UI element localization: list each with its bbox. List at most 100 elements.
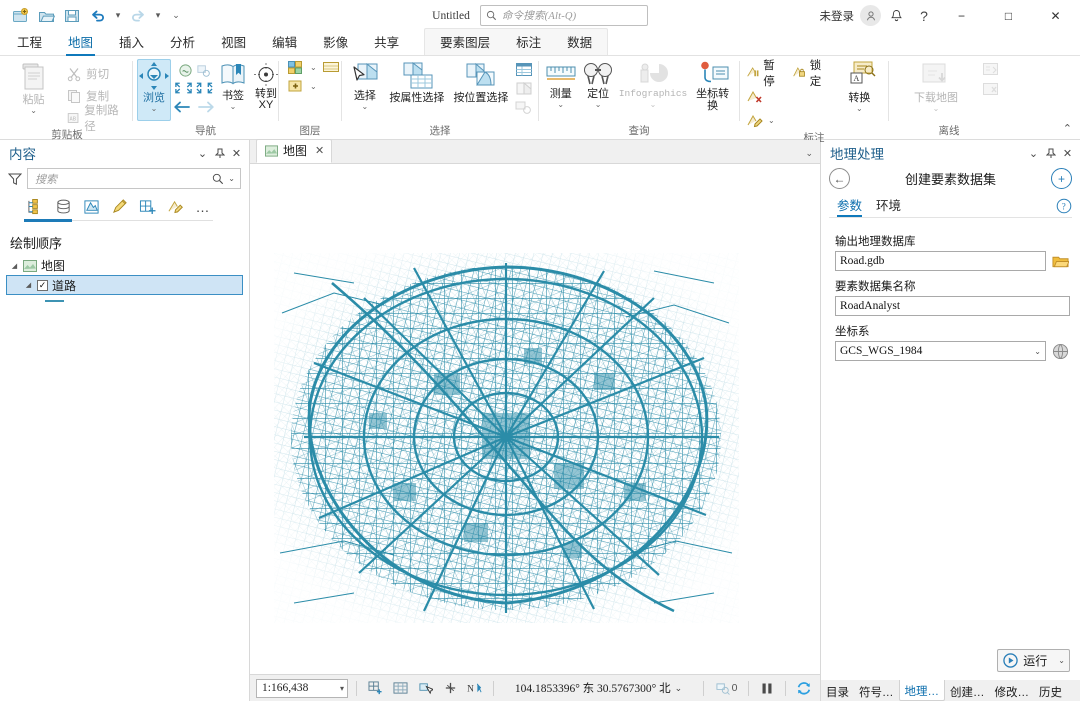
select-by-location-button[interactable]: 按位置选择 xyxy=(450,59,512,104)
ribbon-tab-feature-layer[interactable]: 要素图层 xyxy=(427,29,503,55)
convert-labels-button[interactable]: A 转换 ⌄ xyxy=(835,59,884,113)
attribute-table-icon[interactable] xyxy=(514,61,534,78)
clear-selection-icon[interactable] xyxy=(514,80,534,97)
tree-item-roads[interactable]: ◢ ✓ 道路 xyxy=(6,275,243,295)
undo-icon[interactable] xyxy=(86,5,110,27)
full-extent-icon[interactable] xyxy=(178,63,193,78)
measure-dropdown-icon[interactable]: ⌄ xyxy=(557,101,564,109)
map-canvas[interactable] xyxy=(250,164,820,674)
save-project-icon[interactable] xyxy=(60,5,84,27)
select-icon[interactable] xyxy=(415,678,435,698)
basemap-icon[interactable] xyxy=(322,59,340,75)
collapse-ribbon-button[interactable]: ⌃ xyxy=(1063,122,1080,139)
contents-search-input[interactable]: 搜索 ⌄ xyxy=(27,168,241,189)
ribbon-tab-imagery[interactable]: 影像 xyxy=(310,29,361,55)
zoom-to-selection-icon[interactable] xyxy=(514,99,534,116)
add-to-favorites-button[interactable]: + xyxy=(1051,168,1072,189)
search-icon[interactable] xyxy=(212,173,224,185)
folder-icon[interactable] xyxy=(1051,252,1070,271)
map-view-tab[interactable]: 地图 ✕ xyxy=(256,139,333,163)
selection-count-icon[interactable]: 0 xyxy=(712,678,740,698)
search-options-dropdown-icon[interactable]: ⌄ xyxy=(226,174,237,183)
previous-extent-icon[interactable] xyxy=(173,100,191,114)
dock-tab-create-features[interactable]: 创建… xyxy=(945,680,990,701)
cut-button[interactable]: 剪切 xyxy=(63,63,128,84)
list-by-editing-icon[interactable] xyxy=(108,196,130,218)
map-tabs-collapse-icon[interactable]: ⌄ xyxy=(805,148,813,159)
pin-icon[interactable] xyxy=(211,144,228,162)
run-dropdown-icon[interactable]: ⌄ xyxy=(1058,656,1065,665)
sign-in-status[interactable]: 未登录 xyxy=(820,8,855,24)
tab-parameters[interactable]: 参数 xyxy=(837,195,863,217)
feature-dataset-name-input[interactable]: RoadAnalyst xyxy=(835,296,1070,316)
back-button[interactable]: ← xyxy=(829,168,850,189)
paste-button[interactable]: 粘贴 ⌄ xyxy=(10,59,57,115)
select-button[interactable]: 选择 ⌄ xyxy=(346,59,384,111)
ribbon-tab-insert[interactable]: 插入 xyxy=(106,29,157,55)
close-icon[interactable]: ✕ xyxy=(228,144,245,162)
add-data-icon[interactable] xyxy=(287,59,305,75)
zoom-out-fixed-icon[interactable] xyxy=(195,80,214,96)
select-dropdown-icon[interactable]: ⌄ xyxy=(362,103,369,111)
locate-button[interactable]: 定位 ⌄ xyxy=(580,59,615,109)
bookmarks-dropdown-icon[interactable]: ⌄ xyxy=(230,103,237,111)
run-button[interactable]: 运行 ⌄ xyxy=(997,649,1070,672)
infographics-button[interactable]: Infographics ⌄ xyxy=(618,59,688,109)
redo-dropdown-icon[interactable]: ▾ xyxy=(152,5,164,27)
add-data-icon[interactable] xyxy=(365,678,385,698)
dock-tab-history[interactable]: 历史 xyxy=(1034,680,1067,701)
add-graphics-layer-icon[interactable] xyxy=(287,78,305,94)
ribbon-tab-project[interactable]: 工程 xyxy=(4,29,55,55)
list-by-data-source-icon[interactable] xyxy=(52,196,74,218)
more-options-icon[interactable]: … xyxy=(192,196,214,218)
customize-qat-icon[interactable]: ⌄ xyxy=(166,5,186,27)
explore-button[interactable]: 浏览 ⌄ xyxy=(137,59,171,121)
dock-tab-geoprocessing[interactable]: 地理… xyxy=(898,680,945,701)
expand-twisty-icon[interactable]: ◢ xyxy=(24,281,33,290)
redo-icon[interactable] xyxy=(126,5,150,27)
ribbon-tab-data[interactable]: 数据 xyxy=(554,29,605,55)
bell-icon[interactable] xyxy=(883,4,909,28)
avatar[interactable] xyxy=(860,5,881,26)
maximize-button[interactable]: □ xyxy=(986,0,1031,31)
basemap-icon[interactable] xyxy=(390,678,410,698)
paste-dropdown-icon[interactable]: ⌄ xyxy=(30,107,37,115)
bookmarks-button[interactable]: 书签 ⌄ xyxy=(217,59,249,111)
copy-path-button[interactable]: AB 复制路径 xyxy=(63,105,128,133)
chevron-down-icon[interactable]: ⌄ xyxy=(1034,347,1041,356)
globe-icon[interactable] xyxy=(1051,342,1070,361)
explore-dropdown-icon[interactable]: ⌄ xyxy=(151,105,158,113)
clear-selection-icon[interactable] xyxy=(440,678,460,698)
command-search-input[interactable]: 命令搜索(Alt-Q) xyxy=(479,5,648,26)
ribbon-tab-edit[interactable]: 编辑 xyxy=(259,29,310,55)
sync-map-icon[interactable] xyxy=(981,61,1001,78)
list-by-snapping-icon[interactable] xyxy=(136,196,158,218)
pause-labeling-button[interactable]: 暂停 xyxy=(744,60,784,88)
remove-offline-map-icon[interactable] xyxy=(981,81,1001,98)
close-button[interactable]: ✕ xyxy=(1033,0,1078,31)
chevron-down-icon[interactable]: ⌄ xyxy=(194,144,211,162)
north-icon[interactable]: N xyxy=(465,678,485,698)
download-map-button[interactable]: 下载地图 ⌄ xyxy=(893,59,979,113)
undo-dropdown-icon[interactable]: ▾ xyxy=(112,5,124,27)
ribbon-tab-share[interactable]: 共享 xyxy=(361,29,412,55)
help-icon[interactable]: ? xyxy=(1056,198,1072,214)
coordinate-units-dropdown-icon[interactable]: ⌄ xyxy=(675,683,683,694)
infographics-dropdown-icon[interactable]: ⌄ xyxy=(650,101,657,109)
ribbon-tab-labeling[interactable]: 标注 xyxy=(503,29,554,55)
go-to-xy-button[interactable]: 转到 XY xyxy=(251,59,281,111)
zoom-in-fixed-icon[interactable] xyxy=(174,80,193,96)
add-data-dropdown-icon[interactable]: ⌄ xyxy=(310,63,317,72)
refresh-icon[interactable] xyxy=(794,678,814,698)
coordinate-system-select[interactable]: GCS_WGS_1984 ⌄ xyxy=(835,341,1046,361)
help-icon[interactable]: ? xyxy=(911,4,937,28)
close-icon[interactable]: ✕ xyxy=(1059,144,1076,162)
minimize-button[interactable]: − xyxy=(939,0,984,31)
lock-labels-button[interactable]: 锁定 xyxy=(790,60,830,88)
layer-visibility-checkbox[interactable]: ✓ xyxy=(37,279,48,291)
fixed-zoom-icon[interactable] xyxy=(196,63,211,78)
next-extent-icon[interactable] xyxy=(197,100,215,114)
labeling-properties-button[interactable]: ⌄ xyxy=(744,110,831,131)
tab-environments[interactable]: 环境 xyxy=(876,195,901,217)
measure-button[interactable]: 测量 ⌄ xyxy=(543,59,578,109)
